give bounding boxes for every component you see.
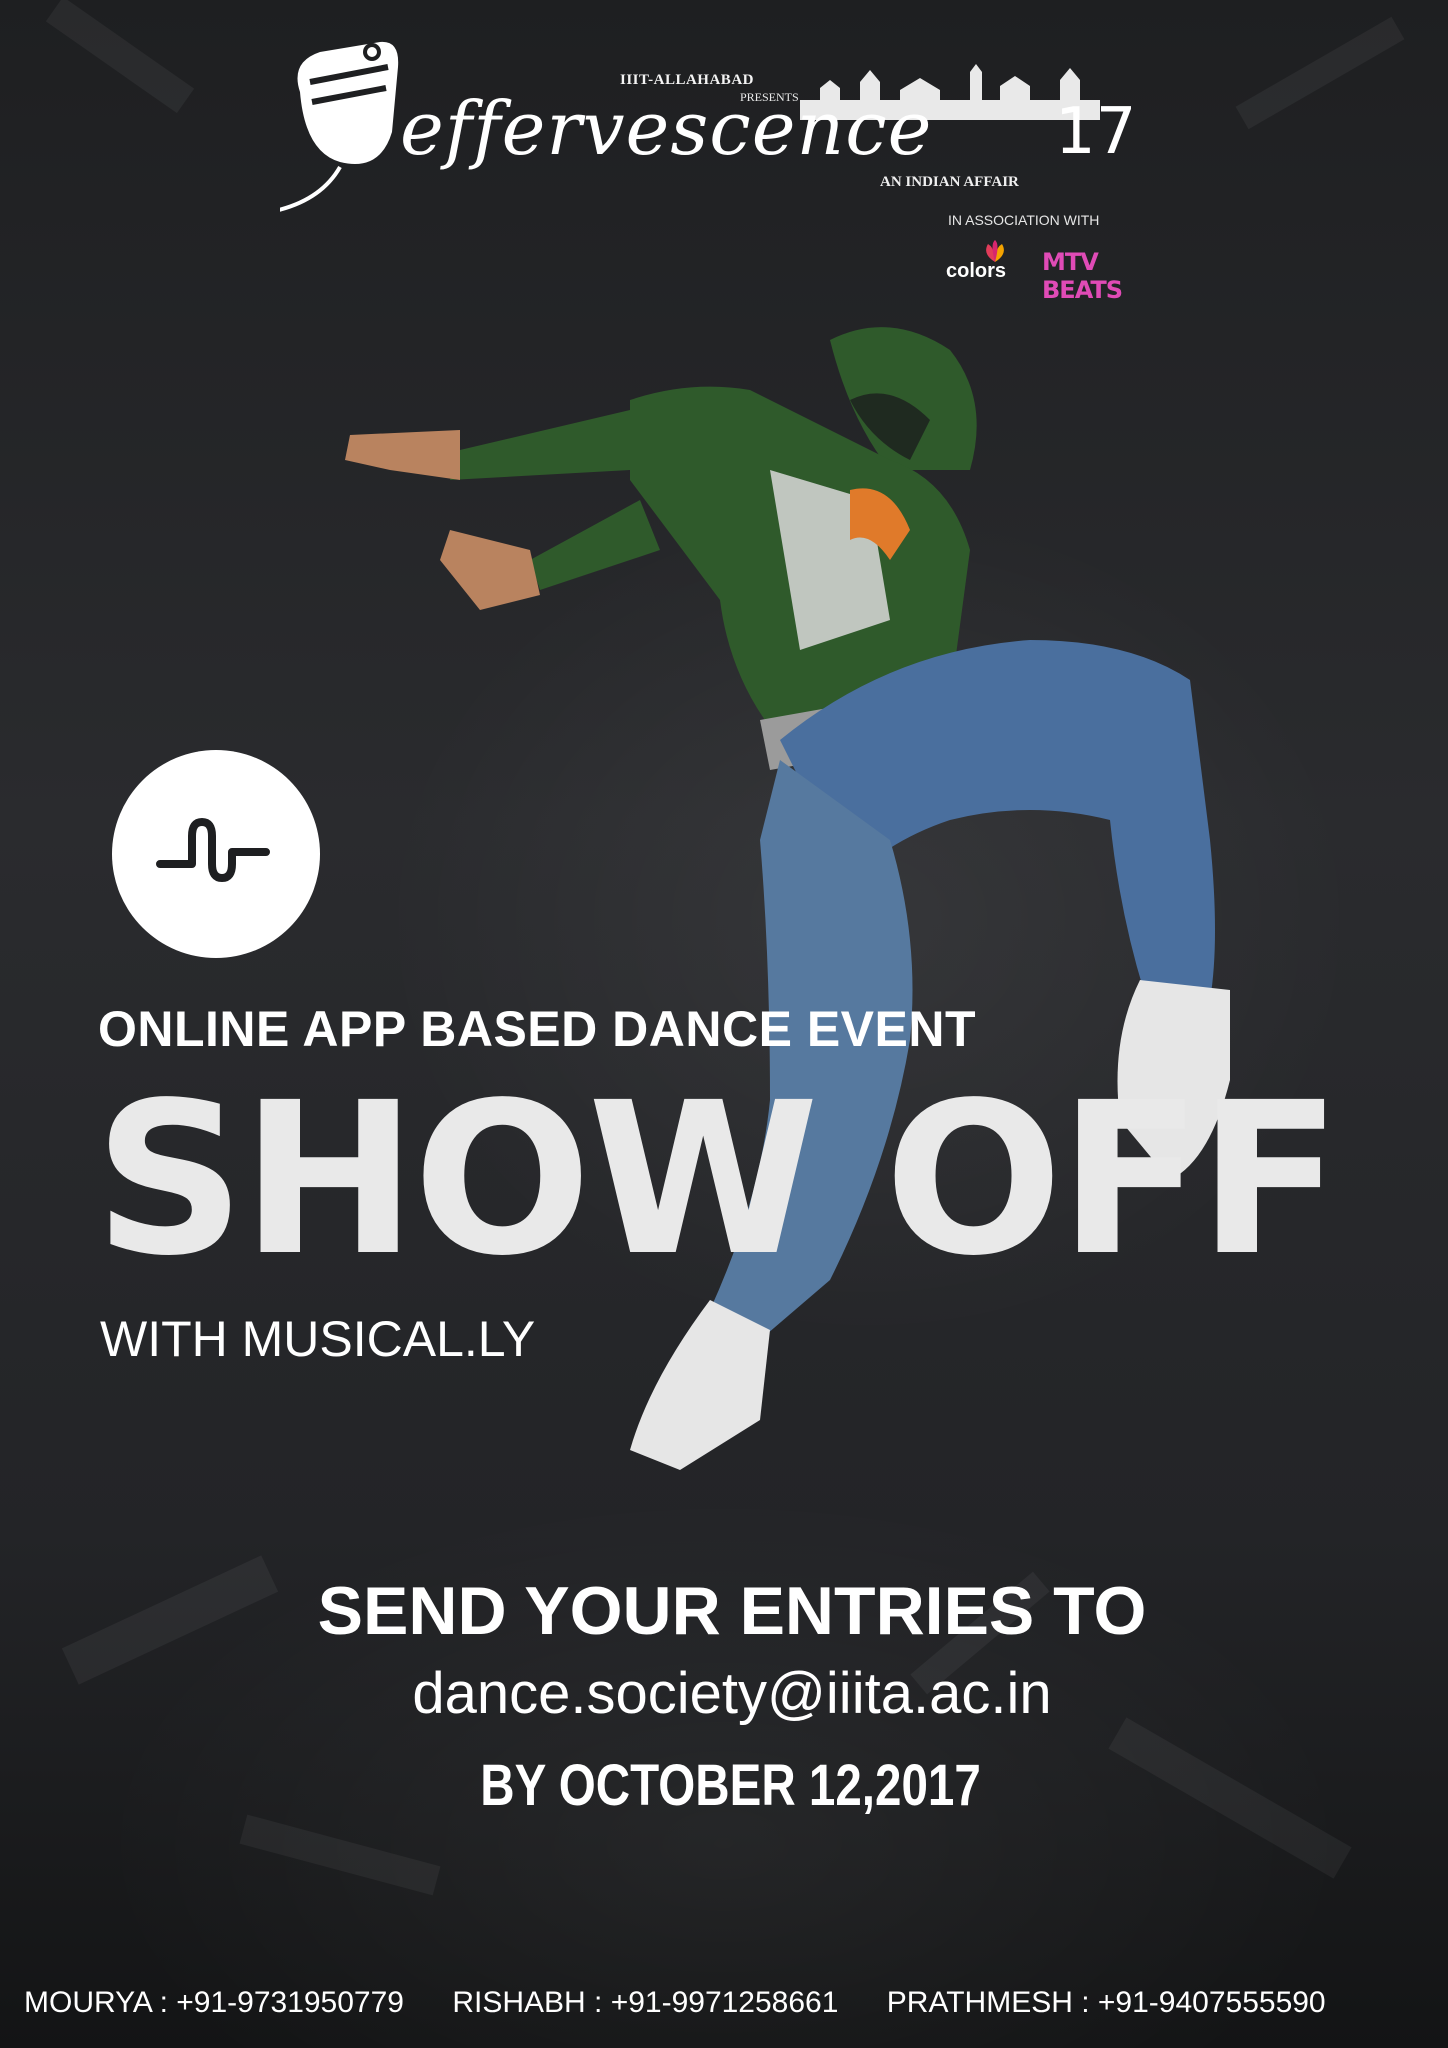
fest-name: effervescence (400, 86, 933, 172)
send-entries-label: SEND YOUR ENTRIES TO (317, 1573, 1147, 1649)
colors-wordmark: colors (946, 260, 1007, 282)
mtv-beats-logo: MTV BEATS (1042, 248, 1123, 304)
contact-prathmesh: PRATHMESH : +91-9407555590 (886, 1986, 1326, 2019)
musically-wave-icon (156, 818, 270, 882)
musically-logo-icon (112, 750, 320, 958)
event-subtitle: ONLINE APP BASED DANCE EVENT (98, 1001, 977, 1057)
association-label: IN ASSOCIATION WITH (948, 212, 1100, 228)
contact-mourya: MOURYA : +91-9731950779 (24, 1986, 404, 2019)
colors-sponsor-logo: colors (946, 240, 1026, 290)
event-title: SHOW OFF (94, 1057, 1342, 1302)
fest-year: 17 (1055, 95, 1137, 169)
entries-email: dance.society@iiita.ac.in (412, 1661, 1052, 1726)
contact-list: MOURYA : +91-9731950779 RISHABH : +91-99… (24, 1986, 1326, 2020)
event-app-label: WITH MUSICAL.LY (100, 1311, 536, 1367)
mask-emblem-icon (280, 41, 399, 212)
entries-deadline: BY OCTOBER 12,2017 (480, 1753, 981, 1818)
fest-logo: IIIT-ALLAHABAD PRESENTS effervescence 17… (280, 22, 1140, 304)
contact-rishabh: RISHABH : +91-9971258661 (452, 1986, 839, 2019)
fest-tagline: AN INDIAN AFFAIR (880, 174, 1019, 190)
